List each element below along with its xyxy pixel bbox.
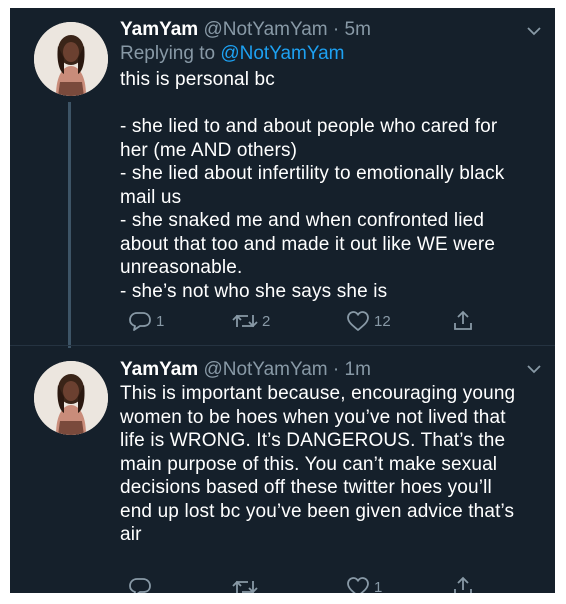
tweet-text: This is important because, encouraging y…	[120, 383, 516, 545]
timeline: YamYam @NotYamYam · 5m Replying to @NotY…	[10, 8, 555, 593]
share-icon	[454, 310, 472, 330]
tweet[interactable]: YamYam @NotYamYam · 1m This is important…	[10, 346, 555, 593]
username[interactable]: @NotYamYam	[203, 359, 327, 380]
retweet-button[interactable]	[232, 574, 262, 593]
like-icon	[347, 311, 369, 331]
share-button[interactable]	[452, 574, 474, 593]
replying-to: Replying to @NotYamYam	[120, 43, 345, 64]
reply-button[interactable]	[128, 574, 156, 593]
retweet-icon	[232, 580, 258, 593]
like-count: 1	[374, 578, 383, 594]
timestamp[interactable]: 1m	[345, 359, 371, 380]
like-count: 12	[374, 312, 391, 330]
tweet-actions: 1 2 12	[120, 308, 500, 334]
avatar[interactable]	[34, 361, 108, 435]
tweet-content: YamYam @NotYamYam · 1m This is important…	[120, 358, 525, 547]
tweet-header: YamYam @NotYamYam · 5m	[120, 18, 525, 42]
like-button[interactable]: 12	[346, 308, 391, 334]
retweet-count: 2	[262, 312, 271, 330]
like-icon	[347, 577, 369, 593]
tweet-actions: 1	[120, 574, 500, 593]
share-button[interactable]	[452, 308, 474, 334]
timestamp[interactable]: 5m	[345, 19, 371, 40]
tweet-header: YamYam @NotYamYam · 1m	[120, 358, 525, 382]
tweet[interactable]: YamYam @NotYamYam · 5m Replying to @NotY…	[10, 8, 555, 348]
avatar[interactable]	[34, 22, 108, 96]
mention-link[interactable]: @NotYamYam	[220, 43, 344, 64]
retweet-icon	[232, 314, 258, 328]
retweet-button[interactable]: 2	[232, 308, 270, 334]
like-button[interactable]: 1	[346, 574, 382, 593]
separator: ·	[327, 19, 345, 40]
tweet-content: YamYam @NotYamYam · 5m Replying to @NotY…	[120, 18, 525, 303]
chevron-down-icon[interactable]	[527, 364, 541, 374]
username[interactable]: @NotYamYam	[203, 19, 327, 40]
reply-button[interactable]: 1	[128, 308, 164, 334]
reply-icon	[129, 312, 151, 331]
reply-count: 1	[156, 312, 165, 330]
reply-icon	[129, 578, 151, 593]
thread-line	[68, 102, 71, 348]
display-name[interactable]: YamYam	[120, 359, 198, 380]
share-icon	[454, 576, 472, 593]
chevron-down-icon[interactable]	[527, 26, 541, 36]
separator: ·	[327, 359, 345, 380]
tweet-text: this is personal bc - she lied to and ab…	[120, 69, 505, 302]
display-name[interactable]: YamYam	[120, 19, 198, 40]
